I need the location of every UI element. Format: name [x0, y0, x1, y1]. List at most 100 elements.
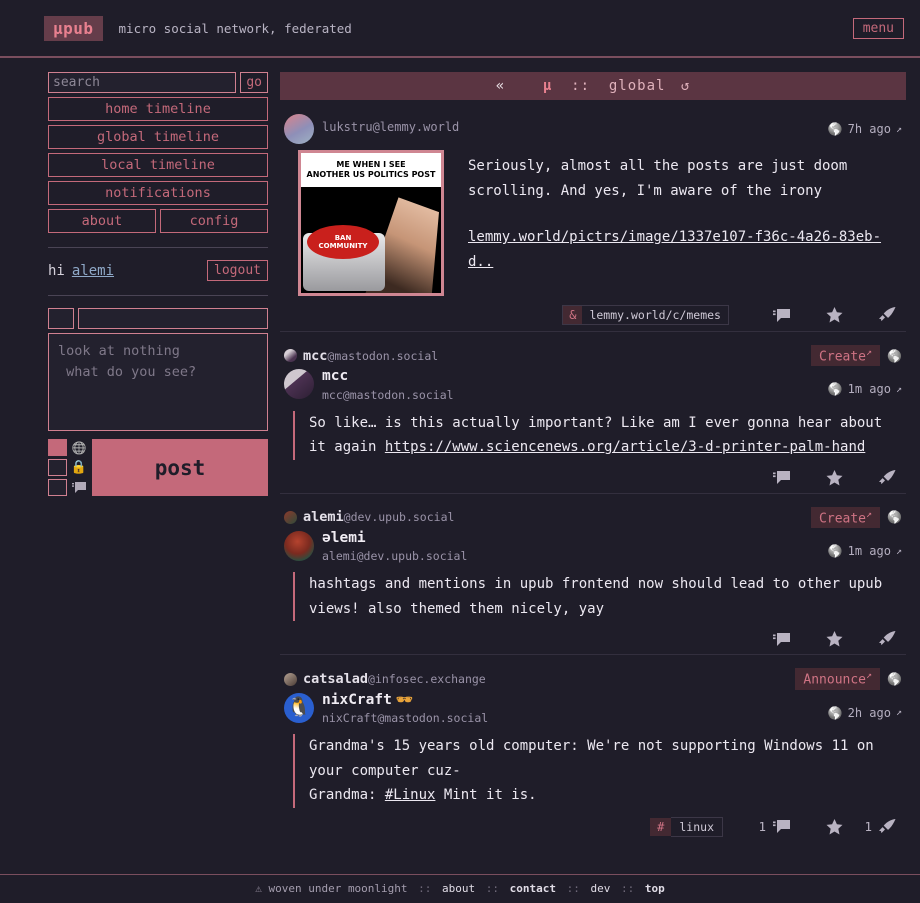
- rocket-icon: [879, 818, 896, 835]
- compose-option-public[interactable]: 🌐: [48, 439, 87, 456]
- post-header: 🐧 nixCraft 🕶 nixCraft@mastodon.social 🌎 2…: [284, 692, 902, 725]
- globe-icon: 🌎: [827, 122, 843, 136]
- activity-type-badge[interactable]: Create↗: [811, 506, 881, 529]
- tag-pill[interactable]: # linux: [650, 816, 723, 837]
- boost-count: 1: [864, 819, 872, 835]
- avatar[interactable]: [284, 369, 314, 400]
- like-button[interactable]: [796, 818, 849, 836]
- reply-button[interactable]: [743, 632, 796, 647]
- author-handle[interactable]: nixCraft@mastodon.social: [322, 711, 828, 725]
- sidebar-item-notifications[interactable]: notifications: [48, 181, 268, 205]
- activity-type-badge[interactable]: Announce↗: [795, 668, 881, 690]
- like-button[interactable]: [796, 630, 849, 648]
- speech-bubble-icon: [773, 632, 790, 646]
- sidebar-nav-pair: about config: [48, 205, 268, 233]
- compose-body-input[interactable]: [48, 333, 268, 431]
- globe-icon: 🌎: [887, 348, 902, 363]
- reload-icon[interactable]: ↺: [681, 78, 690, 94]
- activity-avatar[interactable]: [284, 510, 297, 524]
- author-handle[interactable]: alemi@dev.upub.social: [322, 549, 828, 563]
- author-display-name[interactable]: mcc: [322, 368, 828, 385]
- reply-checkbox[interactable]: [48, 479, 67, 496]
- timestamp[interactable]: 1m ago: [848, 382, 891, 396]
- globe-icon: 🌎: [827, 382, 843, 397]
- external-link-icon[interactable]: ↗: [896, 384, 902, 395]
- timestamp[interactable]: 2h ago: [848, 706, 891, 720]
- post-actions: [284, 630, 902, 648]
- private-checkbox[interactable]: [48, 459, 67, 476]
- boost-button[interactable]: [849, 306, 902, 324]
- author-display-name[interactable]: əlemi: [322, 530, 828, 547]
- author-handle[interactable]: lukstru@lemmy.world: [322, 120, 828, 134]
- brand-logo[interactable]: µpub: [44, 15, 103, 41]
- source-pill[interactable]: & lemmy.world/c/memes: [562, 305, 729, 325]
- footer-separator: ::: [418, 882, 432, 895]
- activity-avatar[interactable]: [284, 672, 297, 686]
- avatar[interactable]: [284, 114, 314, 144]
- post-link[interactable]: lemmy.world/pictrs/image/1337e107-f36c-4…: [468, 225, 902, 274]
- activity-actor-name[interactable]: catsalad: [303, 671, 368, 687]
- sidebar-item-home-timeline[interactable]: home timeline: [48, 97, 268, 121]
- compose-attachment-box[interactable]: [48, 308, 74, 329]
- timestamp[interactable]: 7h ago: [848, 122, 891, 136]
- activity-avatar[interactable]: [284, 349, 297, 363]
- post-mcc: mcc @mastodon.social Create↗ 🌎 mcc mcc@m…: [280, 332, 906, 494]
- menu-button[interactable]: menu: [852, 17, 904, 39]
- timestamp[interactable]: 1m ago: [848, 544, 891, 558]
- post-actions: & lemmy.world/c/memes: [284, 305, 902, 325]
- current-user-link[interactable]: alemi: [72, 263, 114, 279]
- quote-bar: [293, 410, 295, 460]
- boost-button[interactable]: [849, 469, 902, 487]
- avatar[interactable]: 🐧: [284, 692, 314, 723]
- search-go-button[interactable]: go: [240, 72, 268, 93]
- sidebar-item-global-timeline[interactable]: global timeline: [48, 125, 268, 149]
- post-nixcraft: catsalad @infosec.exchange Announce↗ 🌎 🐧…: [280, 655, 906, 842]
- activity-line: catsalad @infosec.exchange Announce↗ 🌎: [284, 668, 902, 690]
- sidebar-item-about[interactable]: about: [48, 209, 156, 233]
- footer-link-top[interactable]: top: [645, 882, 665, 895]
- display-name-text: nixCraft: [322, 691, 392, 708]
- activity-actor-domain: @infosec.exchange: [368, 672, 486, 687]
- reply-button[interactable]: [743, 470, 796, 485]
- author-display-name[interactable]: nixCraft 🕶: [322, 692, 828, 709]
- back-button[interactable]: «: [496, 78, 505, 94]
- public-checkbox[interactable]: [48, 439, 67, 456]
- activity-type-label: Create: [819, 511, 867, 527]
- boost-button[interactable]: [849, 630, 902, 648]
- compose-option-reply[interactable]: [48, 479, 87, 496]
- external-link-icon[interactable]: ↗: [896, 546, 902, 557]
- footer-link-dev[interactable]: dev: [591, 882, 611, 895]
- footer-link-contact[interactable]: contact: [510, 882, 556, 895]
- boost-button[interactable]: 1: [849, 818, 902, 836]
- post-meta: 🌎 1m ago ↗: [828, 530, 902, 558]
- search-input[interactable]: [48, 72, 237, 93]
- external-link-icon[interactable]: ↗: [896, 707, 902, 718]
- like-button[interactable]: [796, 469, 849, 487]
- post-image[interactable]: ME WHEN I SEE ANOTHER US POLITICS POST B…: [298, 150, 444, 296]
- author-info: əlemi alemi@dev.upub.social: [322, 530, 828, 563]
- activity-actor-name[interactable]: alemi: [303, 509, 344, 525]
- footer-motto: woven under moonlight: [268, 882, 408, 895]
- post-body-link[interactable]: https://www.sciencenews.org/article/3-d-…: [385, 439, 865, 455]
- external-link-icon: ↗: [866, 670, 873, 682]
- avatar[interactable]: [284, 531, 314, 562]
- external-link-icon[interactable]: ↗: [896, 124, 902, 135]
- reply-button[interactable]: [743, 308, 796, 323]
- globe-icon: 🌎: [887, 672, 902, 687]
- hashtag-link[interactable]: #Linux: [385, 787, 436, 803]
- footer-link-about[interactable]: about: [442, 882, 475, 895]
- like-button[interactable]: [796, 306, 849, 324]
- author-handle[interactable]: mcc@mastodon.social: [322, 388, 828, 402]
- timeline-name: global: [608, 78, 666, 94]
- compose-title-input[interactable]: [78, 308, 268, 329]
- activity-type-badge[interactable]: Create↗: [811, 345, 881, 367]
- sidebar-item-config[interactable]: config: [160, 209, 268, 233]
- compose-option-private[interactable]: 🔒: [48, 459, 87, 476]
- logout-button[interactable]: logout: [207, 260, 268, 281]
- sidebar-item-local-timeline[interactable]: local timeline: [48, 153, 268, 177]
- post-button[interactable]: post: [92, 439, 268, 496]
- reply-button[interactable]: 1: [743, 818, 796, 835]
- post-actions: [284, 469, 902, 487]
- activity-actor-name[interactable]: mcc: [303, 348, 327, 364]
- instance-label: µ: [542, 78, 553, 94]
